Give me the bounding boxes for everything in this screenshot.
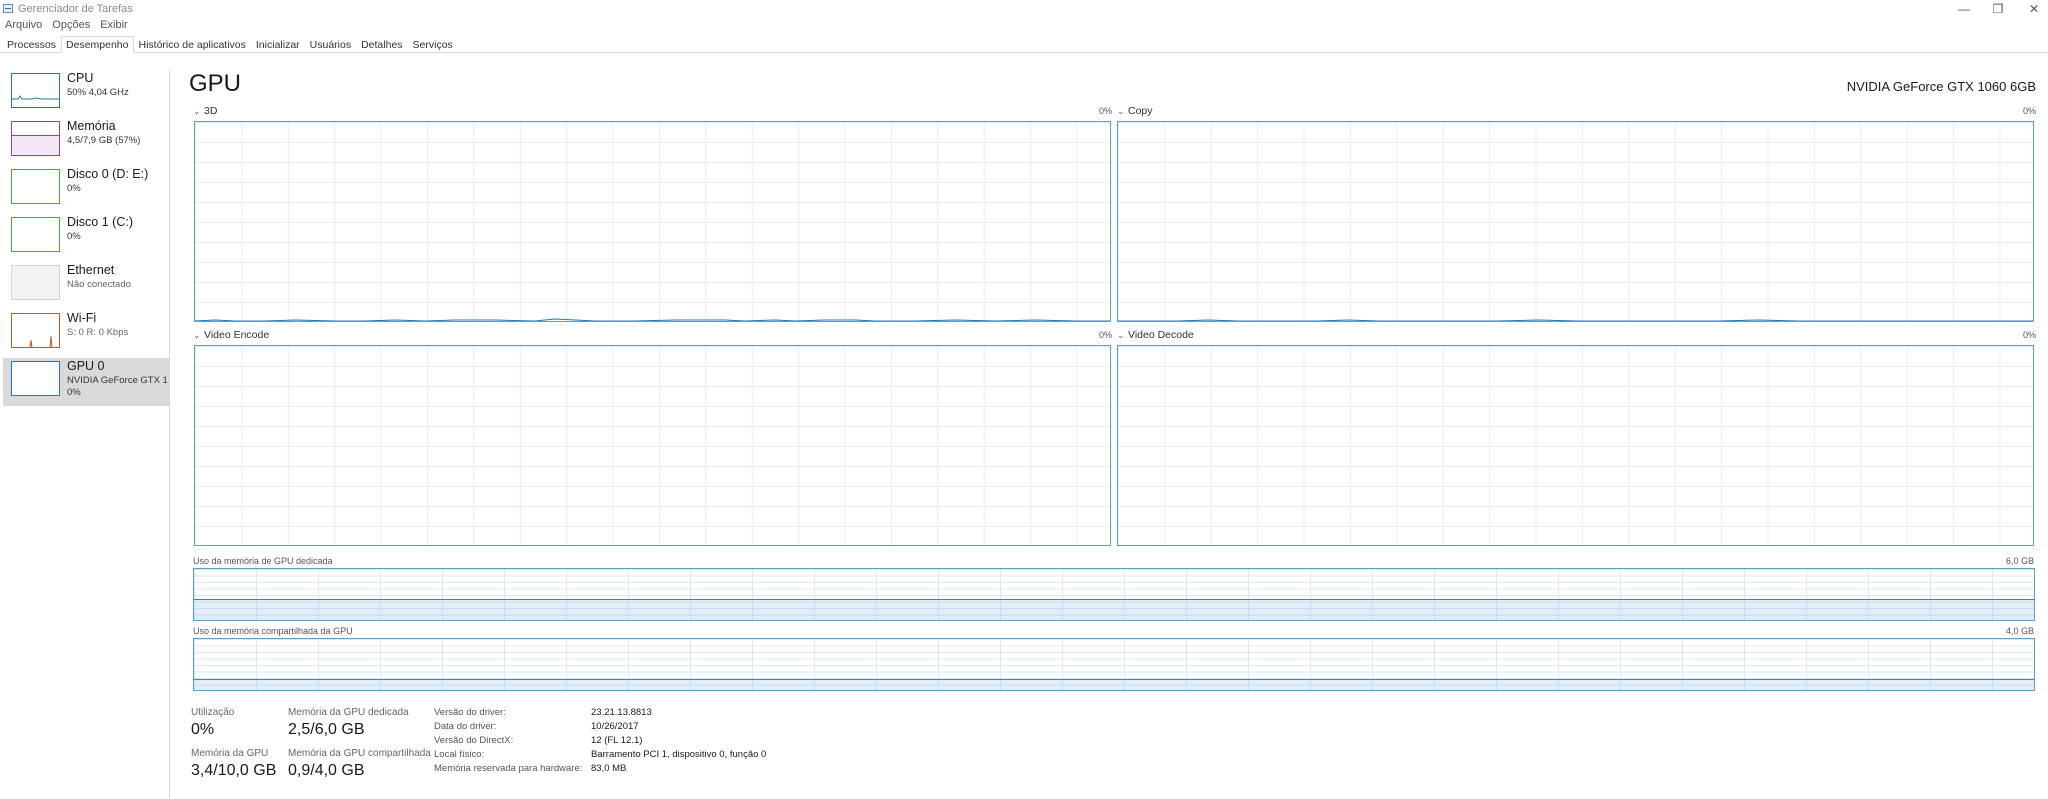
shared-memory-graph bbox=[193, 638, 2035, 691]
engine-label: Video Decode bbox=[1128, 329, 1194, 341]
title-bar: Gerenciador de Tarefas — ❐ ✕ bbox=[0, 0, 2048, 17]
driver-version-value: 23.21.13.8813 bbox=[591, 707, 652, 718]
restore-button[interactable]: ❐ bbox=[1978, 0, 2018, 17]
tab-historico[interactable]: Histórico de aplicativos bbox=[134, 36, 251, 53]
tab-desempenho[interactable]: Desempenho bbox=[61, 36, 134, 53]
gpu-memory-value: 3,4/10,0 GB bbox=[191, 762, 277, 779]
sidebar-item-disco-0[interactable]: Disco 0 (D: E:) 0% bbox=[3, 166, 169, 213]
sidebar-item-ethernet[interactable]: Ethernet Não conectado bbox=[3, 262, 169, 309]
shared-gpu-memory-value: 0,9/4,0 GB bbox=[288, 762, 365, 779]
sidebar-item-value: Não conectado bbox=[67, 279, 131, 290]
sidebar-item-gpu-0[interactable]: GPU 0 NVIDIA GeForce GTX 1060 6GB 0% bbox=[3, 358, 169, 406]
chevron-down-icon: ⌄ bbox=[1117, 105, 1125, 116]
engine-percent: 0% bbox=[2022, 106, 2036, 116]
physical-location-value: Barramento PCI 1, dispositivo 0, função … bbox=[591, 749, 767, 760]
window-title: Gerenciador de Tarefas bbox=[18, 3, 133, 15]
engine-label: Video Encode bbox=[204, 329, 270, 341]
task-manager-icon bbox=[3, 4, 13, 13]
engine-label: Copy bbox=[1128, 105, 1153, 117]
gpu-model-name: NVIDIA GeForce GTX 1060 6GB bbox=[1846, 79, 2036, 94]
directx-version-value: 12 (FL 12.1) bbox=[591, 735, 643, 746]
gpu-memory-label: Memória da GPU bbox=[191, 748, 269, 759]
sidebar-item-label: Ethernet bbox=[67, 263, 115, 277]
sidebar-item-value: S: 0 R: 0 Kbps bbox=[67, 327, 129, 338]
menu-bar: Arquivo Opções Exibir bbox=[0, 18, 133, 33]
sidebar-item-label: Memória bbox=[67, 119, 116, 133]
engine-video-encode-selector[interactable]: ⌄ Video Encode bbox=[193, 329, 269, 341]
tab-processos[interactable]: Processos bbox=[2, 36, 61, 53]
shared-memory-fill bbox=[194, 678, 2034, 690]
shared-gpu-memory-label: Memória da GPU compartilhada bbox=[288, 748, 431, 759]
sidebar-item-value: NVIDIA GeForce GTX 1060 6GB bbox=[67, 375, 167, 386]
physical-location-label: Local físico: bbox=[434, 749, 485, 760]
sidebar-item-wifi[interactable]: Wi-Fi S: 0 R: 0 Kbps bbox=[3, 310, 169, 357]
driver-date-value: 10/26/2017 bbox=[591, 721, 639, 732]
engine-label: 3D bbox=[204, 105, 218, 117]
cpu-graph-icon bbox=[11, 73, 60, 108]
sidebar-item-usage: 0% bbox=[67, 387, 81, 398]
disk-graph-icon bbox=[11, 217, 60, 252]
tab-bar: Processos Desempenho Histórico de aplica… bbox=[0, 36, 2048, 53]
dedicated-memory-fill bbox=[194, 598, 2034, 620]
chevron-down-icon: ⌄ bbox=[193, 105, 201, 116]
sidebar-item-value: 4,5/7,9 GB (57%) bbox=[67, 135, 141, 146]
tab-detalhes[interactable]: Detalhes bbox=[356, 36, 407, 53]
dedicated-memory-max: 6,0 GB bbox=[2005, 556, 2034, 566]
sidebar-item-label: Disco 0 (D: E:) bbox=[67, 167, 149, 181]
engine-3d-selector[interactable]: ⌄ 3D bbox=[193, 105, 217, 117]
sidebar-item-label: CPU bbox=[67, 71, 94, 85]
utilization-value: 0% bbox=[191, 721, 215, 738]
sidebar-item-value: 50% 4,04 GHz bbox=[67, 87, 129, 98]
driver-version-label: Versão do driver: bbox=[434, 707, 506, 718]
engine-3d-graph bbox=[194, 121, 1111, 322]
engine-copy-graph bbox=[1117, 121, 2034, 322]
gpu-graph-icon bbox=[11, 361, 60, 396]
tab-servicos[interactable]: Serviços bbox=[408, 36, 458, 53]
disk-graph-icon bbox=[11, 169, 60, 204]
chevron-down-icon: ⌄ bbox=[193, 329, 201, 340]
shared-memory-max: 4,0 GB bbox=[2005, 626, 2034, 636]
dedicated-gpu-memory-label: Memória da GPU dedicada bbox=[288, 707, 409, 718]
hardware-reserved-memory-value: 83,0 MB bbox=[591, 763, 627, 774]
sidebar-item-disco-1[interactable]: Disco 1 (C:) 0% bbox=[3, 214, 169, 261]
engine-percent: 0% bbox=[1098, 106, 1112, 116]
chevron-down-icon: ⌄ bbox=[1117, 329, 1125, 340]
engine-copy-selector[interactable]: ⌄ Copy bbox=[1117, 105, 1153, 117]
tab-inicializar[interactable]: Inicializar bbox=[251, 36, 305, 53]
sidebar-item-value: 0% bbox=[67, 183, 81, 194]
menu-arquivo[interactable]: Arquivo bbox=[0, 18, 47, 33]
hardware-reserved-memory-label: Memória reservada para hardware: bbox=[434, 763, 583, 774]
sidebar-item-label: GPU 0 bbox=[67, 359, 105, 373]
sidebar-item-value: 0% bbox=[67, 231, 81, 242]
memory-graph-icon bbox=[11, 121, 60, 156]
dedicated-memory-label: Uso da memória de GPU dedicada bbox=[193, 556, 333, 566]
sidebar-item-memoria[interactable]: Memória 4,5/7,9 GB (57%) bbox=[3, 118, 169, 165]
shared-memory-label: Uso da memória compartilhada da GPU bbox=[193, 626, 353, 636]
ethernet-graph-icon bbox=[11, 265, 60, 300]
engine-percent: 0% bbox=[1098, 330, 1112, 340]
page-title: GPU bbox=[189, 70, 242, 97]
engine-video-encode-graph bbox=[194, 345, 1111, 546]
engine-video-decode-graph bbox=[1117, 345, 2034, 546]
dedicated-memory-graph bbox=[193, 568, 2035, 621]
engine-video-decode-selector[interactable]: ⌄ Video Decode bbox=[1117, 329, 1194, 341]
driver-date-label: Data do driver: bbox=[434, 721, 497, 732]
engine-percent: 0% bbox=[2022, 330, 2036, 340]
menu-opcoes[interactable]: Opções bbox=[47, 18, 95, 33]
directx-version-label: Versão do DirectX: bbox=[434, 735, 514, 746]
utilization-label: Utilização bbox=[191, 707, 235, 718]
dedicated-gpu-memory-value: 2,5/6,0 GB bbox=[288, 721, 365, 738]
wifi-graph-icon bbox=[11, 313, 60, 348]
menu-exibir[interactable]: Exibir bbox=[95, 18, 133, 33]
sidebar-item-label: Wi-Fi bbox=[67, 311, 97, 325]
resource-sidebar: CPU 50% 4,04 GHz Memória 4,5/7,9 GB (57%… bbox=[0, 70, 170, 799]
sidebar-item-cpu[interactable]: CPU 50% 4,04 GHz bbox=[3, 70, 169, 117]
close-button[interactable]: ✕ bbox=[2014, 0, 2048, 17]
sidebar-item-label: Disco 1 (C:) bbox=[67, 215, 133, 229]
tab-usuarios[interactable]: Usuários bbox=[305, 36, 356, 53]
